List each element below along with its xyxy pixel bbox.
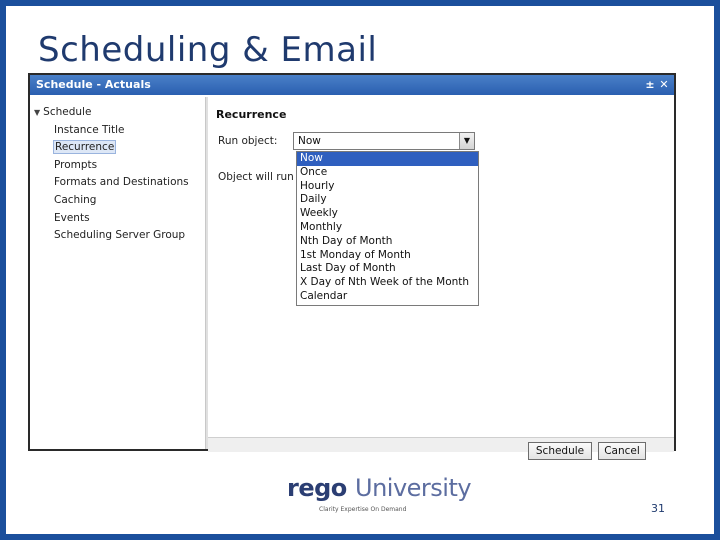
cancel-button[interactable]: Cancel: [598, 442, 646, 460]
schedule-button[interactable]: Schedule: [528, 442, 592, 460]
expand-arrow-icon[interactable]: ▼: [34, 104, 40, 122]
navigation-tree: ▼ Schedule Instance Title Recurrence Pro…: [34, 104, 189, 245]
tree-item-label: Instance Title: [54, 123, 125, 136]
tree-item-label: Caching: [54, 193, 97, 206]
dropdown-option-last-day-of-month[interactable]: Last Day of Month: [297, 262, 478, 276]
dropdown-option-once[interactable]: Once: [297, 166, 478, 180]
tree-item-label: Scheduling Server Group: [54, 229, 186, 242]
close-icon[interactable]: ✕: [658, 75, 670, 95]
logo-text-university: University: [355, 474, 472, 502]
tree-item-scheduling-server-group[interactable]: Scheduling Server Group: [34, 227, 189, 245]
chevron-down-icon[interactable]: ▼: [459, 133, 474, 149]
tree-item-label: Formats and Destinations: [54, 176, 189, 189]
dialog-titlebar: Schedule - Actuals ± ✕: [30, 75, 674, 95]
dropdown-option-daily[interactable]: Daily: [297, 193, 478, 207]
logo-text-rego: rego: [287, 474, 347, 502]
tree-item-recurrence[interactable]: Recurrence: [34, 139, 189, 157]
tree-item-label: Events: [54, 211, 90, 224]
minimize-icon[interactable]: ±: [644, 75, 656, 95]
object-will-run-label: Object will run: [218, 171, 294, 183]
section-title: Recurrence: [216, 108, 287, 121]
rego-university-logo: rego University Clarity Expertise On Dem…: [283, 470, 472, 520]
tree-item-prompts[interactable]: Prompts: [34, 157, 189, 175]
tree-item-instance-title[interactable]: Instance Title: [34, 122, 189, 140]
page-number: 31: [651, 502, 665, 515]
dropdown-option-x-day-of-nth-week[interactable]: X Day of Nth Week of the Month: [297, 276, 478, 290]
tree-item-schedule[interactable]: ▼ Schedule: [34, 104, 189, 122]
run-object-label: Run object:: [218, 135, 278, 147]
tree-item-label: Prompts: [54, 158, 98, 171]
run-object-select[interactable]: Now ▼: [293, 132, 475, 150]
navigation-tree-panel: ▼ Schedule Instance Title Recurrence Pro…: [30, 97, 206, 449]
tree-item-caching[interactable]: Caching: [34, 192, 189, 210]
dropdown-option-weekly[interactable]: Weekly: [297, 207, 478, 221]
dropdown-option-1st-monday-of-month[interactable]: 1st Monday of Month: [297, 249, 478, 263]
tree-item-label: Schedule: [43, 106, 92, 118]
tree-item-events[interactable]: Events: [34, 210, 189, 228]
tree-item-formats-destinations[interactable]: Formats and Destinations: [34, 174, 189, 192]
dropdown-option-monthly[interactable]: Monthly: [297, 221, 478, 235]
dropdown-option-nth-day-of-month[interactable]: Nth Day of Month: [297, 235, 478, 249]
dropdown-option-hourly[interactable]: Hourly: [297, 180, 478, 194]
run-object-dropdown-list: Now Once Hourly Daily Weekly Monthly Nth…: [296, 151, 479, 306]
logo-tagline: Clarity Expertise On Demand: [319, 506, 407, 513]
dropdown-option-calendar[interactable]: Calendar: [297, 290, 478, 304]
slide-title: Scheduling & Email: [38, 30, 378, 70]
dropdown-option-now[interactable]: Now: [297, 152, 478, 166]
run-object-value: Now: [298, 135, 321, 147]
dialog-title: Schedule - Actuals: [36, 78, 151, 91]
tree-item-label: Recurrence: [52, 140, 117, 155]
